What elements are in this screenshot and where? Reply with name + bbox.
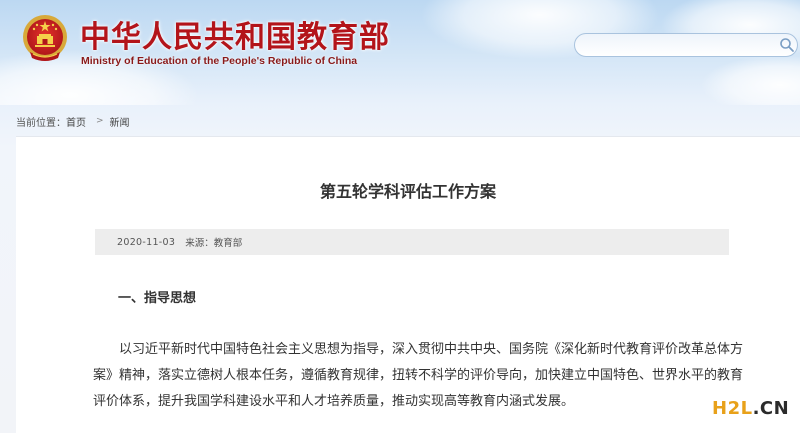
- site-subtitle: Ministry of Education of the People's Re…: [81, 55, 358, 67]
- breadcrumb-current[interactable]: 新闻: [110, 114, 130, 129]
- breadcrumb: 当前位置： 首页 > 新闻: [16, 114, 130, 129]
- section-heading: 一、指导思想: [118, 291, 197, 306]
- watermark-logo: H2L.CN: [712, 398, 789, 419]
- watermark-suffix: .CN: [752, 398, 790, 419]
- article-date: 2020-11-03: [117, 236, 176, 248]
- breadcrumb-home-link[interactable]: 首页: [66, 114, 86, 129]
- header-cloud: [700, 55, 800, 105]
- chevron-right-icon: >: [96, 116, 104, 126]
- search-input[interactable]: [583, 36, 773, 54]
- article-paragraph: 以习近平新时代中国特色社会主义思想为指导，深入贯彻中共中央、国务院《深化新时代教…: [93, 342, 744, 409]
- watermark-brand: H2L: [712, 398, 753, 419]
- national-emblem: [23, 15, 67, 61]
- search-box[interactable]: [574, 33, 798, 57]
- article-meta-bar: 2020-11-03 来源：教育部: [95, 229, 729, 255]
- breadcrumb-prefix: 当前位置：: [16, 117, 66, 129]
- site-title: 中华人民共和国教育部: [80, 20, 390, 55]
- article-title: 第五轮学科评估工作方案: [319, 182, 496, 201]
- site-header: 中华人民共和国教育部 Ministry of Education of the …: [0, 0, 800, 105]
- article-source: 来源：教育部: [185, 238, 243, 249]
- search-icon[interactable]: [779, 37, 795, 53]
